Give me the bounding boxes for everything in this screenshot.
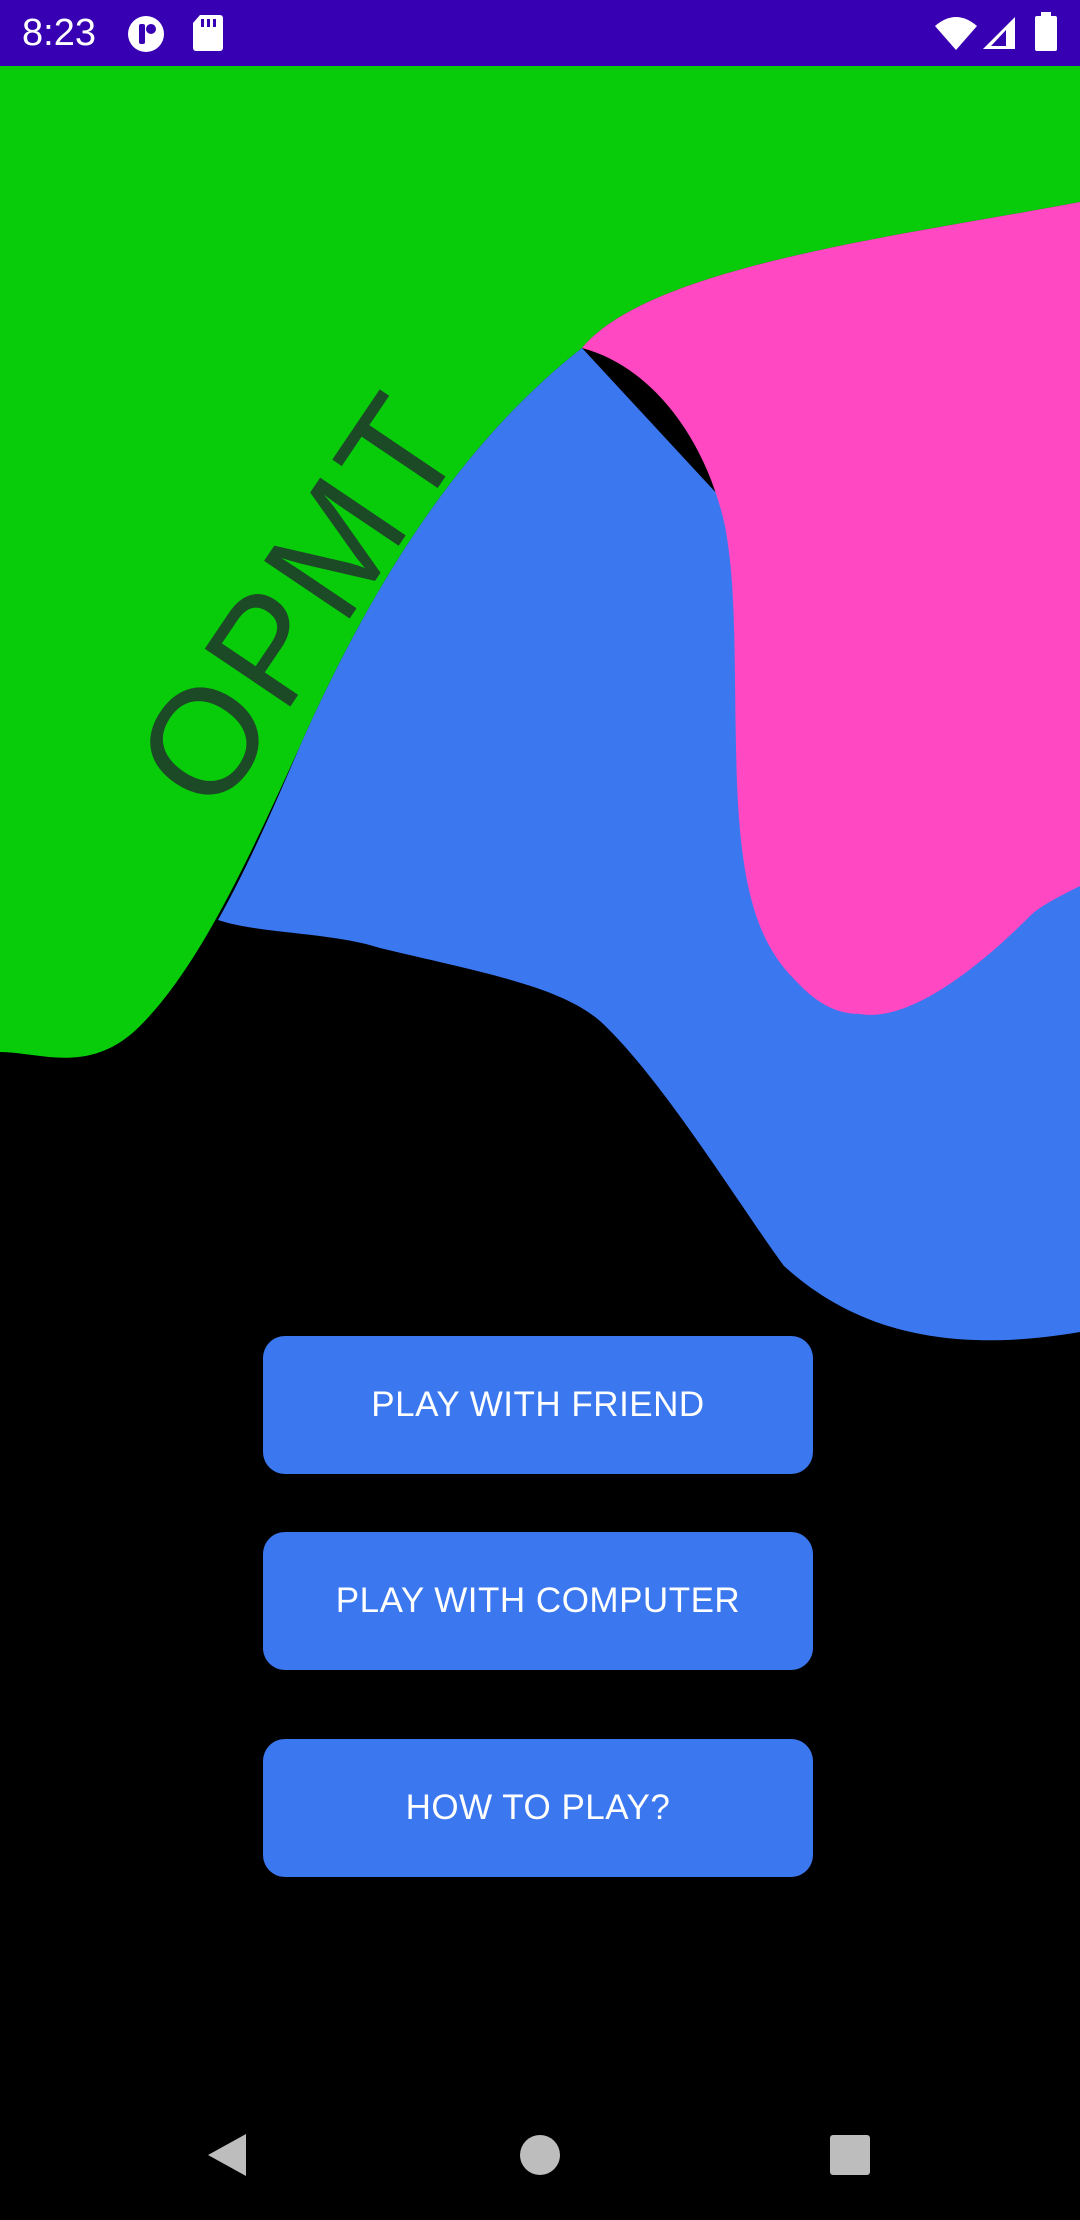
status-bar: 8:23 [0, 0, 1080, 66]
system-navigation-bar [0, 2090, 1080, 2220]
sd-card-icon [192, 14, 224, 57]
how-to-play-button[interactable]: HOW TO PLAY? [263, 1739, 813, 1877]
main-screen: 8:23 OPMT PLAY WITH FRIEND PLAY WITH COM… [0, 0, 1080, 2220]
play-with-computer-button[interactable]: PLAY WITH COMPUTER [263, 1532, 813, 1670]
notification-app-icon [126, 14, 166, 59]
back-button[interactable] [156, 2090, 296, 2220]
home-icon [520, 2135, 560, 2175]
status-time: 8:23 [22, 12, 96, 54]
wifi-icon [934, 16, 978, 57]
play-with-friend-button[interactable]: PLAY WITH FRIEND [263, 1336, 813, 1474]
recents-button[interactable] [780, 2090, 920, 2220]
recents-icon [830, 2135, 870, 2175]
cellular-signal-icon [982, 16, 1016, 55]
battery-icon [1034, 12, 1058, 57]
home-button[interactable] [470, 2090, 610, 2220]
back-icon [208, 2134, 246, 2176]
